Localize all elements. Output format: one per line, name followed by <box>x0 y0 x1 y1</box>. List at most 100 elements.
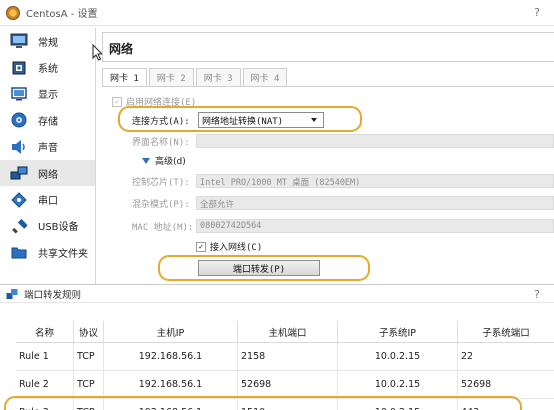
mac-field[interactable]: 08002742D564 <box>196 219 554 233</box>
adapter-type-row: 控制芯片(T): <box>132 175 190 188</box>
display-icon <box>10 85 28 103</box>
attach-mode-value: 网络地址转换(NAT) <box>202 116 284 127</box>
interface-name-row: 界面名称(N): <box>132 135 190 148</box>
cell-guest-ip: 10.0.2.15 <box>338 343 458 370</box>
cell-host-port: 2158 <box>238 343 338 370</box>
attach-mode-select[interactable]: 网络地址转换(NAT) <box>198 112 324 128</box>
enable-network-row: ✓ 启用网络连接(E) <box>112 95 196 108</box>
window-title: CentosA - 设置 <box>26 9 98 20</box>
cell-guest-port: 22 <box>461 351 474 362</box>
cell-host-port: 52698 <box>238 371 338 398</box>
sidebar-item-label: 声音 <box>38 143 58 155</box>
col-host-ip[interactable]: 主机IP <box>104 321 238 342</box>
mac-row: MAC 地址(M): <box>132 220 193 233</box>
cell-host-ip: 192.168.56.1 <box>104 399 238 410</box>
promisc-label: 混杂模式(P): <box>132 200 190 210</box>
sidebar-item-label: 网络 <box>38 169 58 181</box>
table-header: 名称 协议 主机IP 主机端口 子系统IP 子系统端口 <box>16 321 554 343</box>
help-button[interactable]: ? <box>534 6 540 19</box>
port-forwarding-dialog: 端口转发规则 ? 名称 协议 主机IP 主机端口 子系统IP 子系统端口 Rul… <box>0 284 554 410</box>
port-forward-table: 名称 协议 主机IP 主机端口 子系统IP 子系统端口 Rule 1 TCP 1… <box>16 321 554 410</box>
monitor-icon <box>10 32 28 50</box>
cell-name: Rule 3 <box>16 399 74 410</box>
page-title: 网络 <box>102 32 554 62</box>
col-host-port[interactable]: 主机端口 <box>238 321 338 342</box>
network-panel: 网络 网卡 1 网卡 2 网卡 3 网卡 4 ✓ 启用网络连接(E) 连接方式(… <box>98 28 554 286</box>
table-row[interactable]: Rule 2 TCP 192.168.56.1 52698 10.0.2.15 … <box>16 371 554 399</box>
settings-titlebar: CentosA - 设置 ? <box>0 0 554 26</box>
sidebar-item-label: 显示 <box>38 90 58 102</box>
promisc-field[interactable]: 全部允许 <box>196 196 554 210</box>
cell-host-ip: 192.168.56.1 <box>104 371 238 398</box>
sidebar-item-audio[interactable]: 声音 <box>0 134 95 160</box>
virtualbox-icon <box>6 5 20 20</box>
attach-row: 连接方式(A): 网络地址转换(NAT) <box>132 112 324 128</box>
enable-network-checkbox[interactable]: ✓ <box>112 96 122 107</box>
cell-host-ip: 192.168.56.1 <box>104 343 238 370</box>
cell-guest-ip: 10.0.2.15 <box>338 371 458 398</box>
chevron-down-icon <box>311 118 317 122</box>
chip-icon <box>10 59 28 77</box>
sidebar-item-label: 共享文件夹 <box>38 248 88 260</box>
port-forwarding-button[interactable]: 端口转发(P) <box>198 260 320 276</box>
col-guest-ip[interactable]: 子系统IP <box>338 321 458 342</box>
interface-name-label: 界面名称(N): <box>132 138 190 148</box>
cell-guest-port: 52698 <box>461 379 492 390</box>
enable-network-label: 启用网络连接(E) <box>126 98 197 108</box>
cable-row: ✓ 接入网线(C) <box>196 240 262 253</box>
col-guest-port[interactable]: 子系统端口 <box>458 321 554 342</box>
sidebar-item-general[interactable]: 常规 <box>0 28 95 54</box>
sidebar-item-shared-folders[interactable]: 共享文件夹 <box>0 239 95 265</box>
sidebar-item-storage[interactable]: 存储 <box>0 107 95 133</box>
tab-adapter-4[interactable]: 网卡 4 <box>242 68 288 86</box>
adapter-type-field[interactable]: Intel PRO/1000 MT 桌面 (82540EM) <box>196 174 554 188</box>
usb-icon <box>10 217 28 235</box>
network-icon <box>6 288 18 300</box>
network-icon <box>10 164 28 182</box>
pf-title: 端口转发规则 <box>24 289 82 301</box>
tab-adapter-2[interactable]: 网卡 2 <box>148 68 194 86</box>
sidebar-item-label: 存储 <box>38 116 58 128</box>
cell-name: Rule 2 <box>16 371 74 398</box>
mac-label: MAC 地址(M): <box>132 223 194 233</box>
tab-divider <box>102 86 554 87</box>
pf-help-button[interactable]: ? <box>534 288 540 301</box>
advanced-toggle[interactable]: 高级(d) <box>142 154 186 167</box>
table-row[interactable]: Rule 3 TCP 192.168.56.1 1510 10.0.2.15 4… <box>16 399 554 410</box>
cell-protocol: TCP <box>74 399 104 410</box>
sidebar-item-usb[interactable]: USB设备 <box>0 213 95 239</box>
cell-guest-ip: 10.0.2.15 <box>338 399 458 410</box>
cell-host-port: 1510 <box>238 399 338 410</box>
cable-connected-label: 接入网线(C) <box>210 243 263 253</box>
tab-adapter-1[interactable]: 网卡 1 <box>102 68 147 86</box>
sidebar-item-network[interactable]: 网络 <box>0 159 95 187</box>
speaker-icon <box>10 138 28 156</box>
sidebar-item-label: 系统 <box>38 64 58 76</box>
col-protocol[interactable]: 协议 <box>74 321 104 342</box>
sidebar-item-label: 串口 <box>38 196 58 208</box>
col-name[interactable]: 名称 <box>16 321 74 342</box>
tab-adapter-3[interactable]: 网卡 3 <box>195 68 241 86</box>
advanced-label: 高级(d) <box>155 157 186 167</box>
sidebar-item-display[interactable]: 显示 <box>0 81 95 107</box>
pf-titlebar: 端口转发规则 ? <box>0 285 554 303</box>
sidebar-item-label: USB设备 <box>38 222 79 234</box>
disk-icon <box>10 111 28 129</box>
folder-icon <box>10 243 28 261</box>
cell-guest-port: 443 <box>458 399 554 410</box>
settings-sidebar: 常规 系统 显示 存储 声音 网络 串口 USB设备 共享文件夹 <box>0 28 96 286</box>
attach-label: 连接方式(A): <box>132 116 190 127</box>
cable-connected-checkbox[interactable]: ✓ <box>196 241 206 252</box>
adapter-tabs: 网卡 1 网卡 2 网卡 3 网卡 4 <box>102 68 289 86</box>
cell-protocol: TCP <box>74 343 104 370</box>
promisc-row: 混杂模式(P): <box>132 197 190 210</box>
adapter-type-label: 控制芯片(T): <box>132 178 190 188</box>
cell-name: Rule 1 <box>16 343 74 370</box>
sidebar-item-label: 常规 <box>38 37 58 49</box>
sidebar-item-serial[interactable]: 串口 <box>0 186 95 212</box>
interface-name-field[interactable] <box>196 134 554 148</box>
sidebar-item-system[interactable]: 系统 <box>0 54 95 80</box>
expand-arrow-icon <box>142 157 150 164</box>
table-row[interactable]: Rule 1 TCP 192.168.56.1 2158 10.0.2.15 2… <box>16 343 554 371</box>
cell-protocol: TCP <box>74 371 104 398</box>
